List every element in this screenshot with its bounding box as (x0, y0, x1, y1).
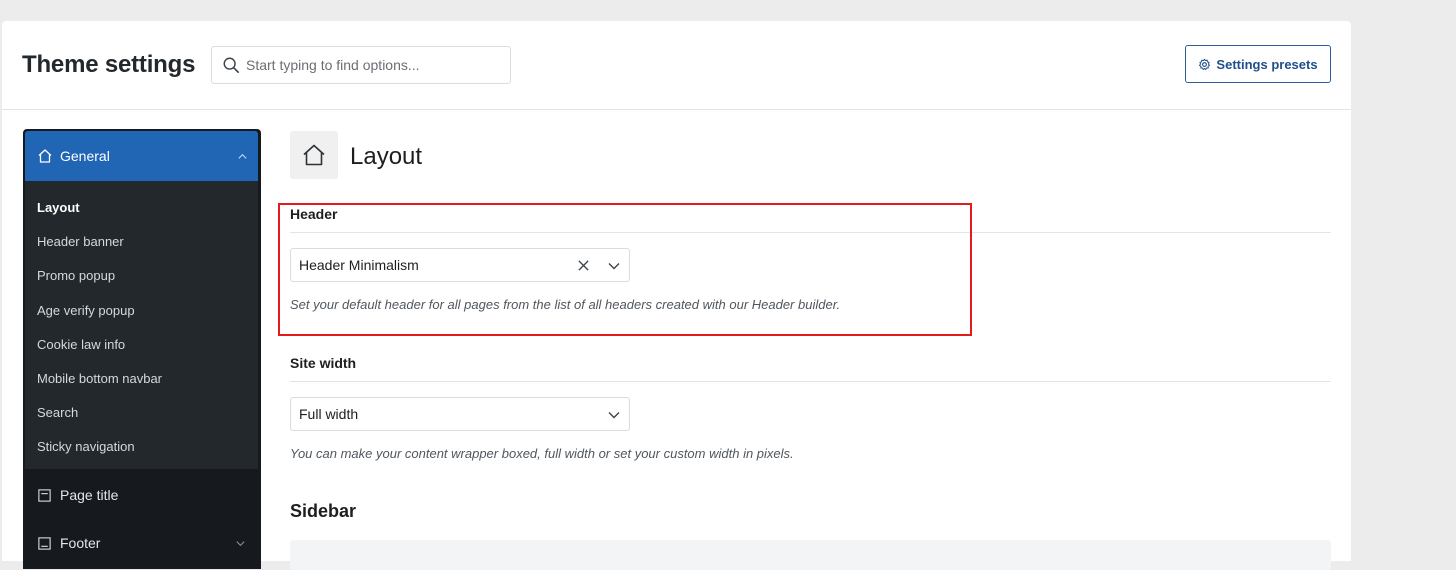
theme-settings-panel: Theme settings Settings presets General (2, 21, 1351, 570)
page-title: Theme settings (22, 51, 196, 78)
sidebar-item-layout[interactable]: Layout (25, 191, 258, 225)
search-input[interactable] (246, 48, 506, 82)
page-icon (38, 488, 51, 502)
sidebar-sub-list: Layout Header banner Promo popup Age ver… (25, 191, 258, 465)
sidebar-group-label: General (60, 148, 110, 164)
sidebar-group-general: General Layout Header banner Promo popup… (25, 131, 258, 469)
site-width-select-value: Full width (299, 406, 359, 422)
chevron-up-icon (238, 153, 247, 159)
site-width-select[interactable]: Full width (290, 397, 630, 431)
home-icon (303, 144, 325, 166)
sidebar-group-page-title[interactable]: Page title (25, 471, 258, 519)
sidebar-item-age-verify-popup[interactable]: Age verify popup (25, 294, 258, 328)
gear-icon (1199, 58, 1211, 70)
sidebar-section-heading: Sidebar (290, 501, 357, 521)
search-box[interactable] (211, 46, 511, 84)
sidebar-item-search[interactable]: Search (25, 396, 258, 430)
highlight-box (278, 203, 972, 336)
divider (290, 381, 1331, 382)
sidebar-item-cookie-law-info[interactable]: Cookie law info (25, 328, 258, 362)
site-width-field-description: You can make your content wrapper boxed,… (290, 446, 794, 461)
sidebar-item-header-banner[interactable]: Header banner (25, 225, 258, 259)
footer-icon (38, 536, 51, 550)
search-icon (223, 57, 240, 74)
settings-presets-label: Settings presets (1216, 56, 1318, 72)
sidebar-item-mobile-bottom-navbar[interactable]: Mobile bottom navbar (25, 362, 258, 396)
sidebar-group-label: Page title (60, 487, 119, 503)
chevron-down-icon (236, 541, 245, 547)
sidebar-group-label: Footer (60, 535, 101, 551)
sidebar-group-general-header[interactable]: General (25, 131, 258, 181)
settings-sidebar: General Layout Header banner Promo popup… (23, 129, 261, 569)
sidebar-item-promo-popup[interactable]: Promo popup (25, 259, 258, 293)
sidebar-item-sticky-navigation[interactable]: Sticky navigation (25, 430, 258, 464)
sidebar-options-panel (290, 540, 1331, 570)
home-icon (38, 149, 52, 163)
settings-presets-button[interactable]: Settings presets (1185, 45, 1331, 83)
section-title: Layout (350, 143, 423, 170)
chevron-down-icon (608, 412, 620, 419)
top-bar: Theme settings Settings presets (2, 21, 1351, 110)
section-icon-box (290, 131, 338, 179)
site-width-field-label: Site width (290, 355, 357, 371)
sidebar-group-footer[interactable]: Footer (25, 519, 258, 567)
